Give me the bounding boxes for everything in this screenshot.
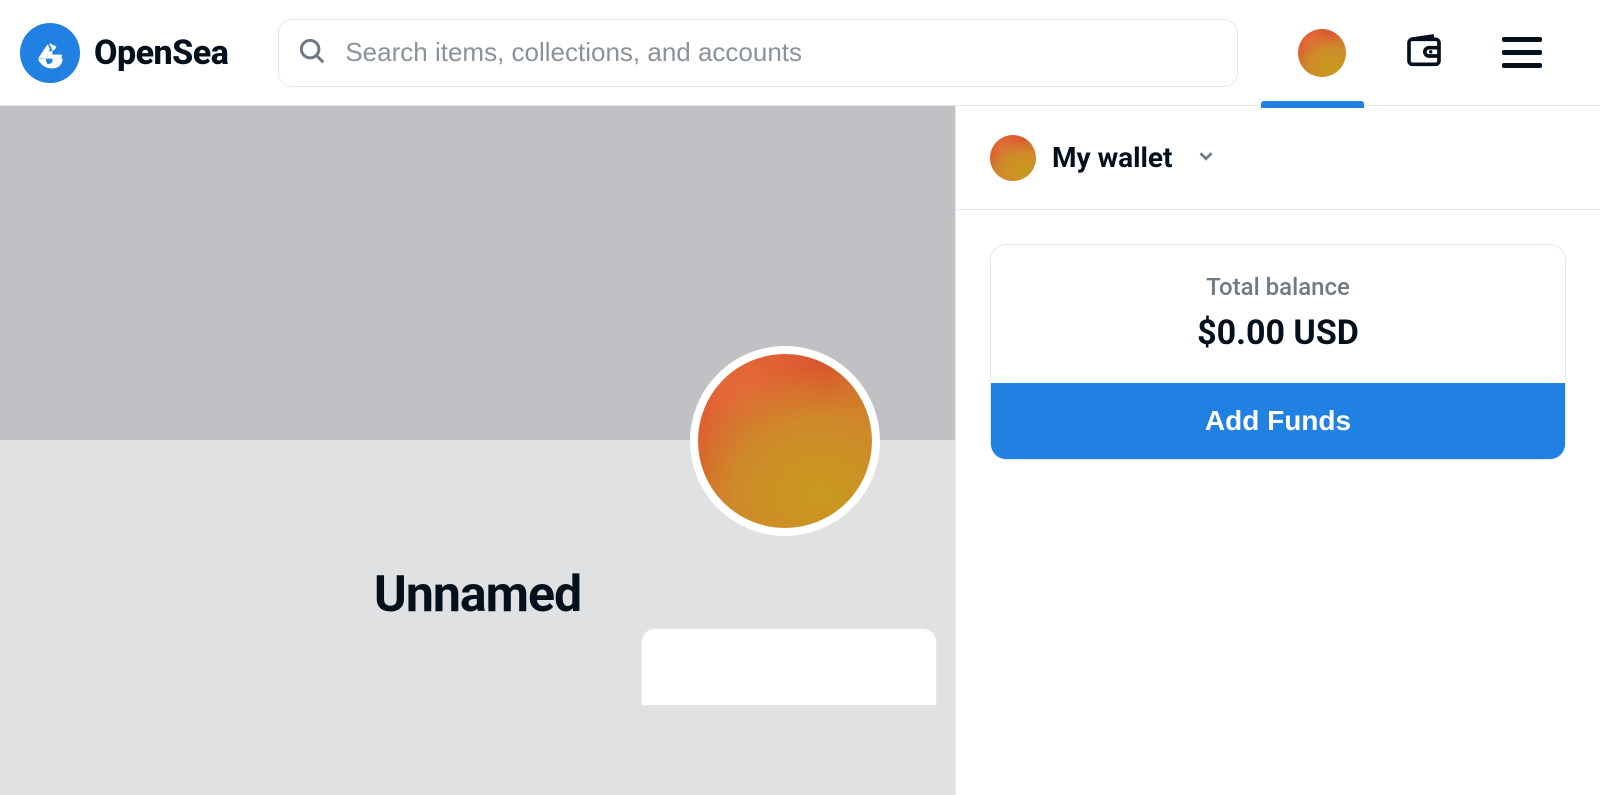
profile-section: Unnamed [0,106,955,795]
hamburger-line-icon [1502,63,1542,68]
brand-logo-icon [20,23,80,83]
wallet-icon [1404,31,1444,75]
profile-avatar[interactable] [690,346,880,536]
wallet-panel: My wallet Total balance $0.00 USD Add Fu… [955,106,1600,795]
search-icon [297,36,327,70]
wallet-panel-title: My wallet [1052,141,1173,174]
wallet-panel-body: Total balance $0.00 USD Add Funds [956,210,1600,494]
brand-block[interactable]: OpenSea [20,23,228,83]
balance-label: Total balance [1011,273,1545,301]
chevron-down-icon [1195,145,1217,171]
hamburger-line-icon [1502,50,1542,55]
wallet-button[interactable] [1402,31,1446,75]
main-content: Unnamed My wallet Total balance $0.00 US… [0,106,1600,795]
active-tab-indicator [1261,101,1364,108]
add-funds-button[interactable]: Add Funds [991,383,1565,459]
profile-address-chip[interactable] [641,628,937,706]
search-input[interactable] [345,37,1219,68]
menu-button[interactable] [1502,37,1542,68]
hamburger-line-icon [1502,37,1542,42]
search-bar[interactable] [278,19,1238,87]
app-header: OpenSea [0,0,1600,106]
header-actions [1298,29,1542,77]
profile-display-name: Unnamed [198,566,758,624]
wallet-panel-header[interactable]: My wallet [956,106,1600,210]
account-avatar-button[interactable] [1298,29,1346,77]
wallet-avatar-icon [990,135,1036,181]
balance-card: Total balance $0.00 USD Add Funds [990,244,1566,460]
brand-name: OpenSea [94,33,228,73]
balance-value: $0.00 USD [1011,313,1545,353]
